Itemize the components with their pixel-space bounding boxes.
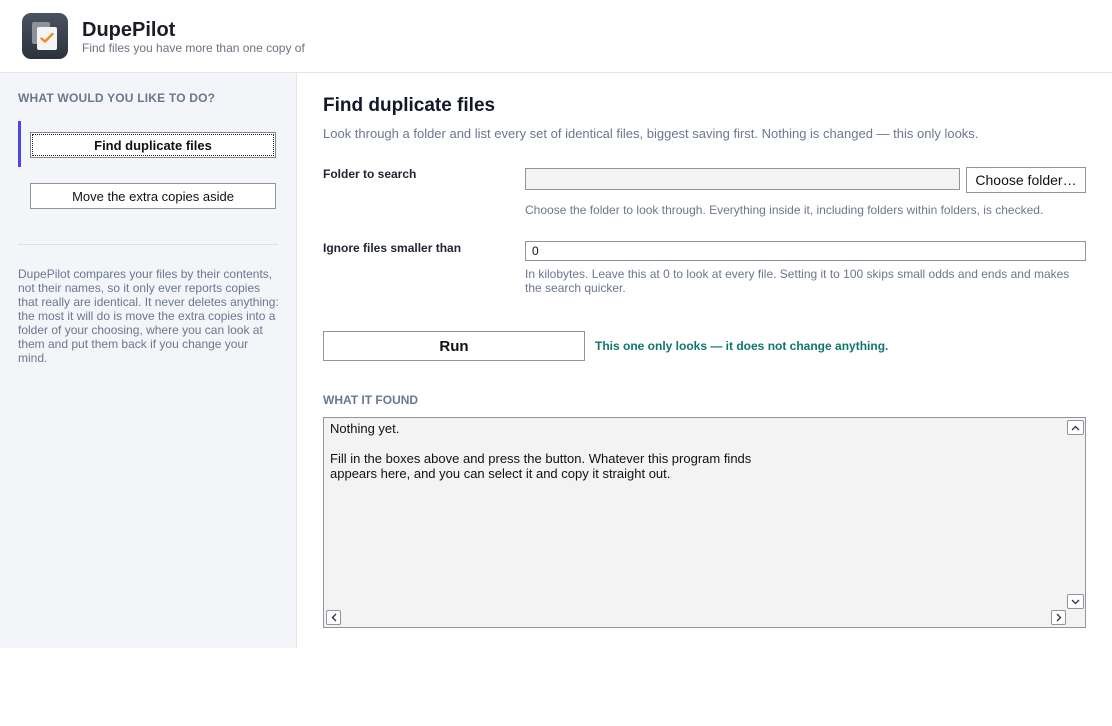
sidebar-item-move-extra-copies[interactable]: Move the extra copies aside bbox=[30, 183, 276, 209]
scroll-left-button[interactable] bbox=[326, 610, 341, 625]
scroll-down-button[interactable] bbox=[1067, 594, 1084, 609]
results-text[interactable]: Nothing yet. Fill in the boxes above and… bbox=[330, 421, 751, 481]
chevron-right-icon bbox=[1056, 613, 1061, 622]
app-header: DupePilot Find files you have more than … bbox=[0, 0, 1112, 73]
folder-path-input[interactable] bbox=[525, 168, 960, 190]
sidebar: WHAT WOULD YOU LIKE TO DO? Find duplicat… bbox=[0, 73, 297, 648]
main-panel: Find duplicate files Look through a fold… bbox=[323, 73, 1087, 648]
run-button[interactable]: Run bbox=[323, 331, 585, 361]
min-size-label: Ignore files smaller than bbox=[323, 241, 462, 255]
min-size-input[interactable] bbox=[525, 241, 1086, 261]
run-note: This one only looks — it does not change… bbox=[595, 339, 889, 353]
results-heading: WHAT IT FOUND bbox=[323, 393, 419, 407]
active-indicator bbox=[18, 121, 21, 167]
min-size-help-text: In kilobytes. Leave this at 0 to look at… bbox=[525, 267, 1070, 295]
app-title: DupePilot bbox=[82, 19, 176, 41]
choose-folder-button[interactable]: Choose folder… bbox=[966, 167, 1086, 193]
chevron-left-icon bbox=[331, 613, 336, 622]
scroll-up-button[interactable] bbox=[1067, 420, 1084, 435]
app-logo-icon bbox=[22, 13, 68, 59]
page-title: Find duplicate files bbox=[323, 95, 496, 116]
sidebar-item-find-duplicates[interactable]: Find duplicate files bbox=[30, 132, 276, 158]
folder-label: Folder to search bbox=[323, 167, 417, 181]
chevron-down-icon bbox=[1071, 599, 1080, 604]
results-textarea[interactable]: Nothing yet. Fill in the boxes above and… bbox=[323, 417, 1086, 628]
chevron-up-icon bbox=[1071, 425, 1080, 430]
scroll-right-button[interactable] bbox=[1051, 610, 1066, 625]
page-subtitle: Look through a folder and list every set… bbox=[323, 126, 979, 141]
sidebar-divider bbox=[18, 244, 278, 245]
sidebar-heading: WHAT WOULD YOU LIKE TO DO? bbox=[18, 91, 216, 105]
sidebar-description: DupePilot compares your files by their c… bbox=[18, 267, 279, 365]
app-tagline: Find files you have more than one copy o… bbox=[82, 41, 305, 55]
folder-help-text: Choose the folder to look through. Every… bbox=[525, 203, 1044, 217]
